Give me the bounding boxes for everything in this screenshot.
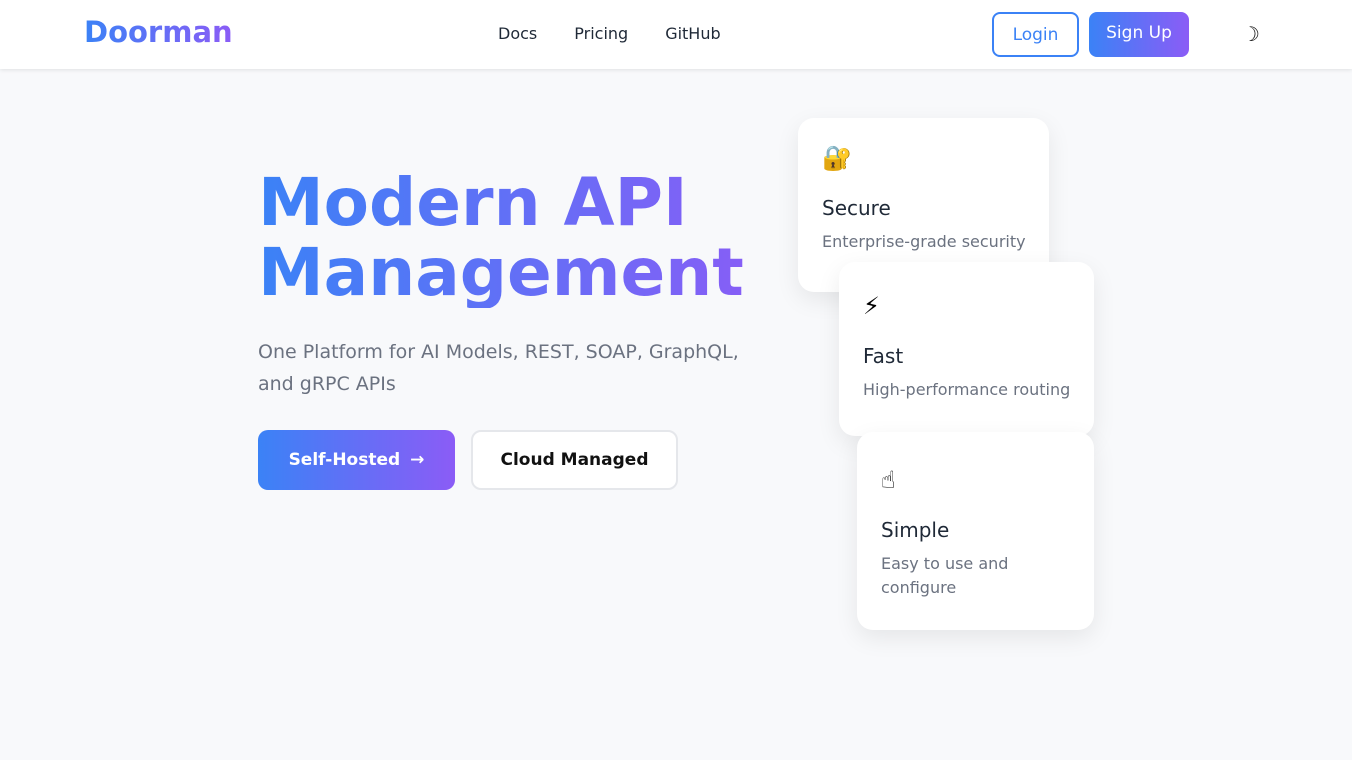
arrow-right-icon: →: [410, 450, 425, 470]
pointing-hand-icon: ☝: [881, 466, 896, 494]
lightning-icon: ⚡: [863, 292, 880, 320]
feature-desc: High-performance routing: [863, 380, 1071, 399]
nav-link-github[interactable]: GitHub: [665, 24, 720, 43]
nav-links: Docs Pricing GitHub: [498, 24, 721, 43]
nav-link-pricing[interactable]: Pricing: [574, 24, 628, 43]
feature-desc: Enterprise-grade security: [822, 232, 1026, 251]
self-hosted-button[interactable]: Self-Hosted →: [258, 430, 455, 490]
feature-desc: Easy to use and configure: [881, 554, 1009, 597]
hero-subtitle: One Platform for AI Models, REST, SOAP, …: [258, 341, 739, 395]
moon-icon[interactable]: ☽: [1242, 22, 1260, 46]
signup-button[interactable]: Sign Up: [1089, 12, 1189, 57]
cloud-managed-button[interactable]: Cloud Managed: [471, 430, 678, 490]
feature-title: Simple: [881, 518, 950, 542]
hero-title: Modern API Management: [258, 168, 778, 308]
hero-title-line1: Modern API: [258, 164, 688, 241]
feature-title: Secure: [822, 196, 891, 220]
feature-card-simple: ☝ Simple Easy to use and configure: [857, 432, 1094, 630]
feature-card-fast: ⚡ Fast High-performance routing: [839, 262, 1094, 436]
nav-link-docs[interactable]: Docs: [498, 24, 537, 43]
top-nav: Doorman Docs Pricing GitHub Login Sign U…: [0, 0, 1352, 69]
login-button[interactable]: Login: [992, 12, 1079, 57]
self-hosted-label: Self-Hosted: [288, 450, 401, 470]
hero-title-line2: Management: [258, 234, 744, 311]
feature-title: Fast: [863, 344, 904, 368]
lock-icon: 🔐: [822, 144, 852, 172]
logo[interactable]: Doorman: [84, 15, 233, 49]
